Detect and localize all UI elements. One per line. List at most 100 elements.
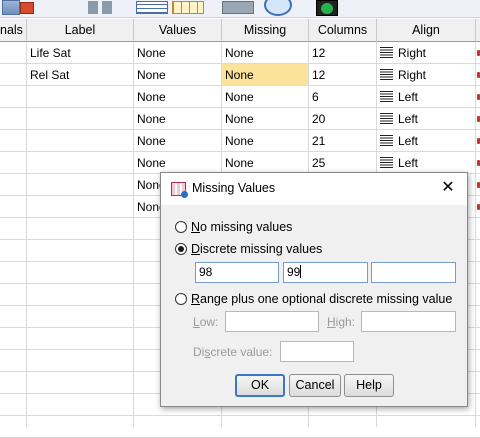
align-left-icon	[380, 91, 393, 102]
cell-missing[interactable]: None	[222, 108, 308, 130]
help-button[interactable]: Help	[344, 374, 394, 397]
column-header-decimals[interactable]: nals	[0, 19, 27, 42]
cell-missing[interactable]: None	[222, 152, 308, 174]
low-label: Low:	[193, 314, 218, 330]
cell-text: Left	[398, 156, 419, 170]
align-left-icon	[380, 113, 393, 124]
cell-missing[interactable]: None	[222, 64, 308, 86]
dialog-title: Missing Values	[192, 181, 276, 195]
cell-values[interactable]: None	[134, 108, 221, 130]
low-label-mnemonic: L	[193, 315, 200, 329]
dialog-titlebar[interactable]: Missing Values ✕	[161, 173, 467, 205]
column-header-missing[interactable]: Missing	[222, 19, 309, 42]
cell-values[interactable]: None	[134, 130, 221, 152]
column-header-measure[interactable]	[476, 19, 480, 42]
data-view-icon[interactable]	[2, 0, 20, 15]
radio-discrete[interactable]	[175, 243, 187, 255]
missing-values-dialog-icon	[171, 182, 188, 198]
column-header-columns[interactable]: Columns	[309, 19, 377, 42]
cell-values[interactable]: None	[134, 86, 221, 108]
close-icon[interactable]: ✕	[437, 177, 459, 199]
discrete-value-label-post: crete value:	[210, 345, 273, 359]
column-header-align[interactable]: Align	[377, 19, 476, 42]
cell-align[interactable]: Left	[377, 108, 475, 130]
high-label-mnemonic: H	[327, 315, 336, 329]
high-field[interactable]	[361, 311, 456, 332]
cell-columns[interactable]: 6	[309, 86, 376, 108]
ok-button[interactable]: OK	[235, 374, 285, 397]
cell-text: None	[137, 134, 166, 148]
discrete-value-field-1[interactable]: 98	[195, 262, 279, 283]
discrete-value-field-2[interactable]: 99	[283, 262, 368, 283]
cell-align[interactable]: Right	[377, 64, 475, 86]
cell-label[interactable]	[27, 86, 133, 108]
cell-columns[interactable]: 25	[309, 152, 376, 174]
cell-text: None	[137, 156, 166, 170]
align-left-icon	[380, 135, 393, 146]
cell-values[interactable]: None	[134, 152, 221, 174]
cell-columns[interactable]: 20	[309, 108, 376, 130]
high-label-text: igh:	[335, 315, 356, 329]
cell-columns[interactable]: 12	[309, 64, 376, 86]
cell-text: None	[225, 112, 254, 126]
column-header-values[interactable]: Values	[134, 19, 222, 42]
cell-text: None	[225, 46, 254, 60]
option-none-mnemonic: N	[191, 220, 201, 234]
high-label: High:	[327, 314, 355, 330]
grid-column-line	[475, 42, 476, 427]
cell-label[interactable]	[27, 130, 133, 152]
cell-text: None	[225, 90, 254, 104]
chart-builder-icon[interactable]	[20, 2, 34, 14]
cell-columns[interactable]: 21	[309, 130, 376, 152]
cell-missing[interactable]: None	[222, 86, 308, 108]
weight-cases-icon[interactable]	[222, 1, 254, 14]
align-left-icon	[380, 157, 393, 168]
cell-label[interactable]	[27, 108, 133, 130]
cell-label[interactable]	[27, 196, 133, 218]
cell-text: 21	[312, 134, 326, 148]
cell-label[interactable]: Life Sat	[27, 42, 133, 64]
cell-text: None	[225, 68, 254, 82]
select-cases-icon[interactable]	[172, 1, 204, 14]
cell-text: Left	[398, 134, 419, 148]
cell-text: None	[137, 46, 166, 60]
cell-align[interactable]: Left	[377, 86, 475, 108]
cell-text: 25	[312, 156, 326, 170]
split-file-icon[interactable]	[88, 1, 112, 14]
discrete-value-label-pre: Di	[193, 345, 205, 359]
discrete-value-field-3[interactable]	[371, 262, 456, 283]
table-icon[interactable]	[136, 1, 168, 14]
add-on-icon[interactable]	[316, 0, 338, 16]
option-no-missing-values[interactable]: No missing values	[175, 218, 292, 236]
discrete-value-2-text: 99	[287, 265, 301, 279]
grid-header-row: nals Label Values Missing Columns Align	[0, 19, 480, 42]
option-discrete-label: iscrete missing values	[200, 242, 323, 256]
value-labels-icon[interactable]	[264, 0, 292, 16]
cell-align[interactable]: Left	[377, 152, 475, 174]
cell-align[interactable]: Left	[377, 130, 475, 152]
range-discrete-value-field[interactable]	[280, 341, 354, 362]
option-range-mnemonic: R	[191, 292, 201, 306]
radio-no-missing[interactable]	[175, 221, 187, 233]
cancel-button[interactable]: Cancel	[289, 374, 341, 397]
cell-label[interactable]	[27, 174, 133, 196]
column-header-label[interactable]: Label	[27, 19, 134, 42]
align-right-icon	[380, 69, 393, 80]
option-range-label: ange plus one optional discrete missing …	[200, 292, 453, 306]
option-discrete-missing-values[interactable]: Discrete missing values	[175, 240, 322, 258]
cell-align[interactable]: Right	[377, 42, 475, 64]
cell-text: Life Sat	[30, 46, 71, 60]
align-right-icon	[380, 47, 393, 58]
cell-columns[interactable]: 12	[309, 42, 376, 64]
cell-missing[interactable]: None	[222, 130, 308, 152]
radio-range[interactable]	[175, 293, 187, 305]
toolbar	[0, 0, 480, 18]
cell-label[interactable]: Rel Sat	[27, 64, 133, 86]
cell-missing[interactable]: None	[222, 42, 308, 64]
low-field[interactable]	[225, 311, 319, 332]
option-range-plus-discrete[interactable]: Range plus one optional discrete missing…	[175, 290, 452, 308]
cell-text: Right	[398, 68, 427, 82]
cell-label[interactable]	[27, 152, 133, 174]
cell-values[interactable]: None	[134, 42, 221, 64]
cell-values[interactable]: None	[134, 64, 221, 86]
